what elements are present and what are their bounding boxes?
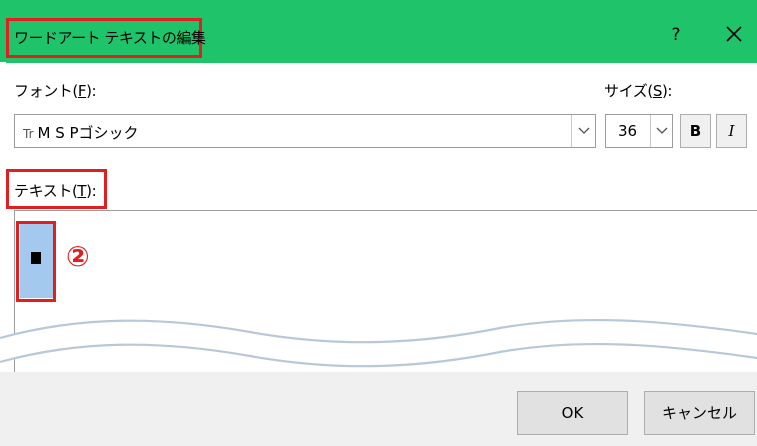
chevron-down-icon [656,127,668,134]
bold-button[interactable]: B [680,114,711,148]
step-marker: ② [66,240,90,273]
font-dropdown-button[interactable] [571,115,595,147]
font-select-value: Tr M S Pゴシック [23,124,139,142]
chevron-down-icon [578,127,590,134]
truetype-icon: Tr [23,127,34,141]
help-button[interactable]: ? [664,20,688,50]
size-select[interactable]: 36 [605,114,673,148]
cancel-button[interactable]: キャンセル [644,391,755,435]
size-select-value: 36 [618,122,638,140]
size-label: サイズ(S): [604,82,673,100]
italic-button[interactable]: I [716,114,747,148]
font-select[interactable]: Tr M S Pゴシック [14,114,596,148]
dialog-title-bar: ワードアート テキストの編集 ? [0,0,757,63]
close-button[interactable] [718,18,750,50]
font-label: フォント(F): [14,82,97,100]
text-label: テキスト(T): [14,182,97,200]
omission-wave-band [0,318,757,368]
size-dropdown-button[interactable] [650,115,672,147]
close-icon [726,26,742,42]
dialog-title: ワードアート テキストの編集 [14,29,206,47]
ok-button[interactable]: OK [517,391,628,435]
text-content-char [31,252,41,264]
